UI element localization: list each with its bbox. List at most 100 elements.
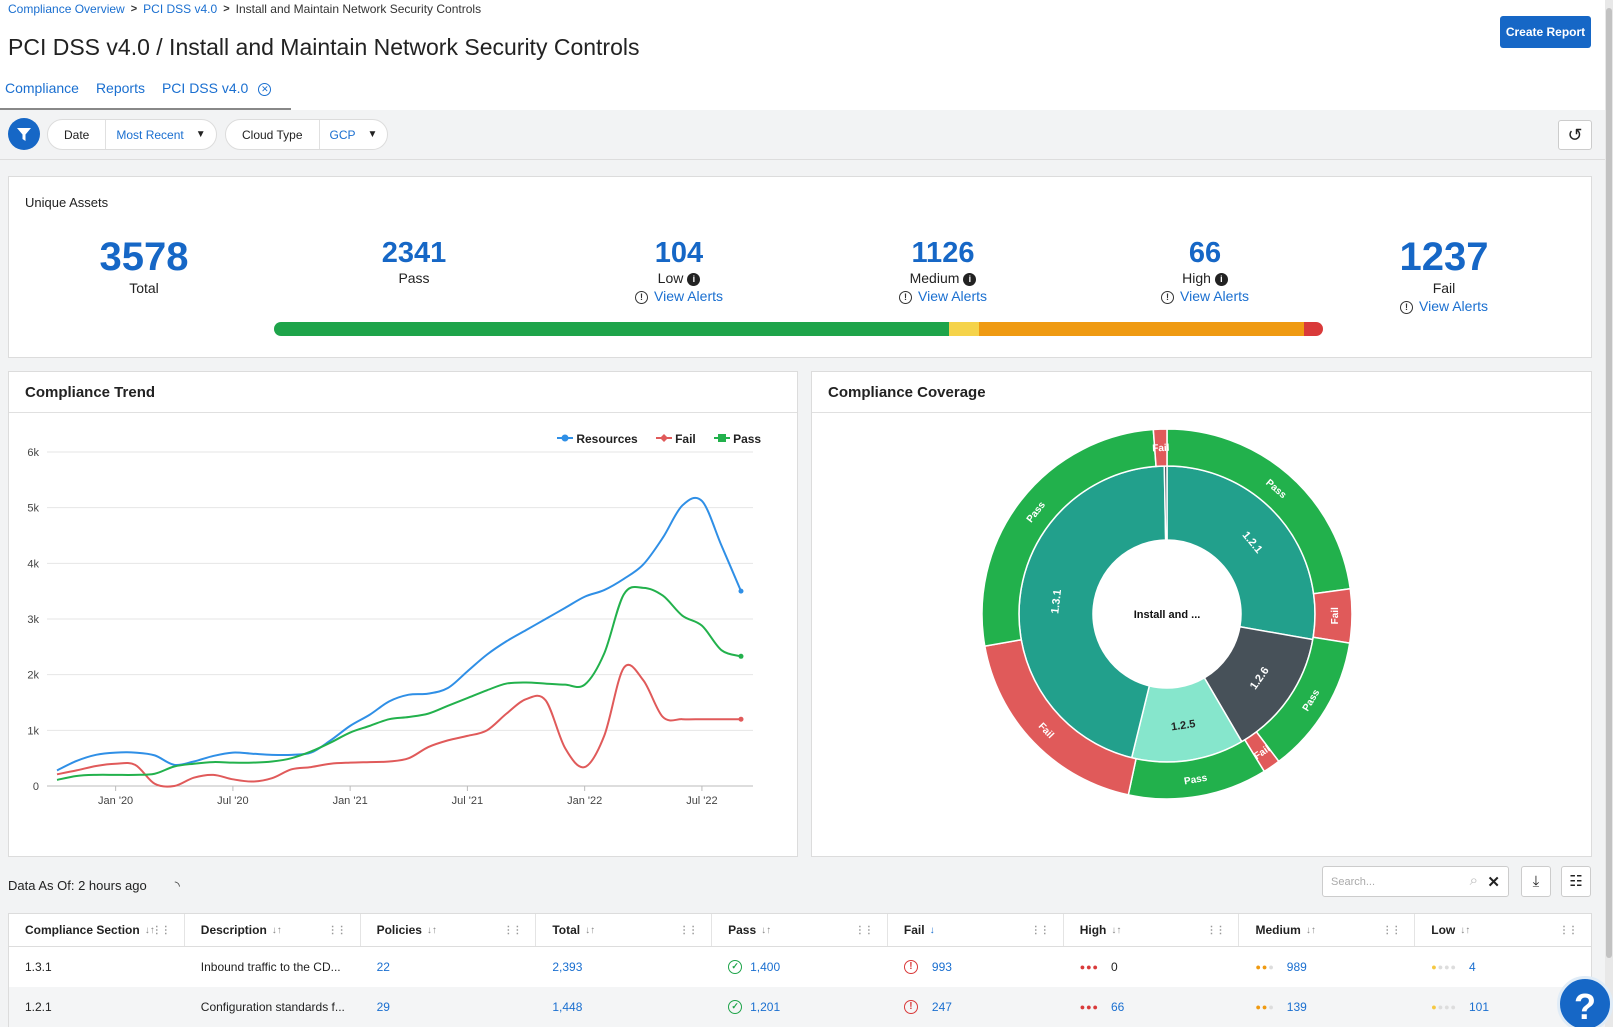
severity-bar [274, 322, 1323, 336]
y-tick-label: 6k [27, 447, 39, 459]
sort-icon: ↓↑ [585, 924, 596, 936]
reset-icon[interactable]: ↺ [1558, 120, 1592, 150]
table-row[interactable]: 1.2.1 Configuration standards f... 29 1,… [9, 987, 1591, 1027]
outer-segment-label: Fail [1152, 443, 1170, 455]
drag-handle-icon[interactable]: ⋮⋮ [1031, 925, 1050, 936]
tab-pci-dss-label: PCI DSS v4.0 [161, 80, 249, 96]
tab-reports[interactable]: Reports [91, 76, 157, 108]
drag-handle-icon[interactable]: ⋮⋮ [1206, 925, 1225, 936]
cell-total[interactable]: 1,448 [536, 987, 712, 1027]
cell-medium[interactable]: 139 [1287, 1000, 1307, 1014]
sort-icon: ↓↑ [761, 924, 772, 936]
trend-chart: 0 1k 2k 3k 4k 5k 6k Jan '20 Jul '20 Jan '21 Jul '2… [27, 447, 753, 807]
drag-handle-icon[interactable]: ⋮⋮ [679, 925, 698, 936]
cell-total[interactable]: 2,393 [536, 947, 712, 987]
view-alerts-link[interactable]: View Alerts [1419, 298, 1488, 314]
close-tab-icon[interactable]: ✕ [258, 82, 272, 96]
help-icon[interactable]: ? [1557, 976, 1613, 1027]
drag-handle-icon[interactable]: ⋮⋮ [1559, 925, 1578, 936]
date-filter[interactable]: Date Most Recent ▼ [47, 119, 217, 150]
drag-handle-icon[interactable]: ⋮⋮ [152, 925, 171, 936]
check-icon: ✓ [728, 960, 743, 974]
header-compliance-section[interactable]: Compliance Section ↓↑ ⋮⋮ [9, 914, 185, 946]
series-line-fail [56, 663, 741, 788]
cell-fail[interactable]: 993 [932, 960, 952, 974]
cell-pass[interactable]: 1,201 [750, 1000, 780, 1014]
cell-low[interactable]: 4 [1469, 960, 1476, 974]
total-metric: 3578 Total [69, 235, 219, 296]
drag-handle-icon[interactable]: ⋮⋮ [855, 925, 874, 936]
cell-fail[interactable]: 247 [932, 1000, 952, 1014]
clear-search-icon[interactable]: ✕ [1487, 873, 1500, 891]
scrollbar-thumb[interactable] [1606, 8, 1612, 958]
cloud-type-value: GCP [329, 127, 356, 142]
tab-pci-dss[interactable]: PCI DSS v4.0 ✕ [157, 76, 283, 108]
cell-policies[interactable]: 22 [361, 947, 537, 987]
drag-handle-icon[interactable]: ⋮⋮ [328, 925, 347, 936]
download-icon[interactable]: ⤓ [1521, 866, 1551, 897]
table-row[interactable]: 1.3.1 Inbound traffic to the CD... 22 2,… [9, 947, 1591, 987]
severity-bar-medium [979, 322, 1304, 336]
view-alerts-link[interactable]: View Alerts [918, 288, 987, 304]
low-metric: 104 Low i ! View Alerts [594, 237, 764, 304]
cell-policies[interactable]: 29 [361, 987, 537, 1027]
header-total[interactable]: Total ↓↑ ⋮⋮ [536, 914, 713, 946]
severity-bar-pass [274, 322, 950, 336]
fail-value: 1237 [1399, 235, 1489, 279]
header-pass[interactable]: Pass ↓↑ ⋮⋮ [712, 914, 888, 946]
fail-label: Fail [1432, 280, 1456, 296]
low-severity-icon: ●●●● [1431, 962, 1457, 972]
x-tick-label: Jan '20 [98, 795, 133, 807]
loading-spinner-icon: ◝ [174, 878, 180, 893]
fail-view-alerts[interactable]: ! View Alerts [1359, 298, 1529, 314]
cell-high[interactable]: 66 [1111, 1000, 1124, 1014]
pass-label: Pass [398, 270, 430, 286]
info-icon[interactable]: i [1214, 272, 1228, 286]
high-view-alerts[interactable]: ! View Alerts [1120, 288, 1290, 304]
alert-icon: ! [899, 290, 912, 304]
breadcrumb-compliance-overview[interactable]: Compliance Overview [8, 2, 125, 16]
unique-assets-card: Unique Assets 3578 Total 2341 Pass 104 L… [8, 176, 1592, 358]
cell-section: 1.3.1 [25, 960, 52, 974]
y-tick-label: 0 [33, 781, 39, 793]
view-alerts-link[interactable]: View Alerts [1180, 288, 1249, 304]
medium-view-alerts[interactable]: ! View Alerts [858, 288, 1028, 304]
compliance-trend-card: Compliance Trend Resources Fail Pass 0 1k… [8, 371, 798, 857]
page-scrollbar[interactable] [1605, 0, 1613, 1027]
tab-compliance[interactable]: Compliance [0, 76, 91, 108]
breadcrumb-pci-dss[interactable]: PCI DSS v4.0 [143, 2, 217, 16]
header-medium[interactable]: Medium ↓↑ ⋮⋮ [1239, 914, 1416, 946]
data-as-of: Data As Of: 2 hours ago ◝ [8, 878, 180, 894]
header-policies[interactable]: Policies ↓↑ ⋮⋮ [361, 914, 537, 946]
chevron-right-icon: > [130, 3, 138, 15]
y-tick-label: 5k [27, 503, 39, 515]
cell-low[interactable]: 101 [1469, 1000, 1489, 1014]
cloud-type-filter[interactable]: Cloud Type GCP ▼ [225, 119, 389, 150]
drag-handle-icon[interactable]: ⋮⋮ [503, 925, 522, 936]
view-alerts-link[interactable]: View Alerts [654, 288, 723, 304]
series-line-pass [56, 585, 742, 781]
info-icon[interactable]: i [687, 272, 701, 286]
drag-handle-icon[interactable]: ⋮⋮ [1382, 925, 1401, 936]
create-report-button[interactable]: Create Report [1500, 16, 1591, 48]
low-view-alerts[interactable]: ! View Alerts [594, 288, 764, 304]
sort-desc-icon: ↓ [929, 924, 935, 936]
table-search[interactable]: Search... ⌕ ✕ [1322, 866, 1509, 897]
cloud-type-label: Cloud Type [226, 120, 320, 149]
cell-pass[interactable]: 1,400 [750, 960, 780, 974]
columns-icon[interactable]: ☷ [1561, 866, 1591, 897]
cell-section: 1.2.1 [25, 1000, 52, 1014]
cell-medium[interactable]: 989 [1287, 960, 1307, 974]
chevron-down-icon: ▼ [195, 129, 206, 140]
header-fail[interactable]: Fail ↓ ⋮⋮ [888, 914, 1064, 946]
filter-icon[interactable] [8, 118, 40, 150]
header-high[interactable]: High ↓↑ ⋮⋮ [1064, 914, 1240, 946]
y-tick-label: 1k [27, 725, 39, 737]
search-input[interactable]: Search... [1331, 876, 1375, 888]
alert-icon: ! [903, 960, 918, 974]
info-icon[interactable]: i [963, 272, 977, 286]
high-metric: 66 High i ! View Alerts [1120, 237, 1290, 304]
header-description[interactable]: Description ↓↑ ⋮⋮ [185, 914, 361, 946]
y-tick-label: 4k [27, 558, 39, 570]
header-low[interactable]: Low ↓↑ ⋮⋮ [1415, 914, 1591, 946]
